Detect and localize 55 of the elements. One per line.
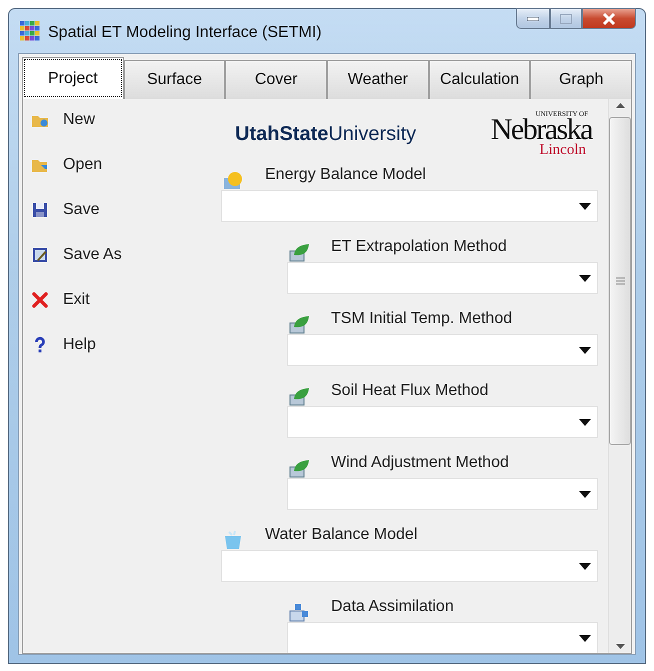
app-grid-icon [20, 21, 40, 41]
close-icon [602, 12, 616, 24]
menu-item[interactable]: New [31, 109, 96, 131]
leaf-icon [289, 242, 311, 262]
field-label: Wind Adjustment Method [331, 454, 509, 472]
dropdown-arrow-icon [579, 634, 591, 642]
dropdown-arrow-icon [579, 202, 591, 210]
menu-item[interactable]: Save As [31, 244, 122, 266]
field-label: Water Balance Model [265, 526, 418, 544]
leaf-icon [289, 386, 311, 406]
window-title: Spatial ET Modeling Interface (SETMI) [48, 23, 323, 42]
field-label: Soil Heat Flux Method [331, 382, 488, 400]
dropdown[interactable] [287, 622, 598, 653]
university-logo: Nebraska [490, 116, 592, 143]
tab[interactable]: Weather [327, 60, 429, 99]
cubes-icon [289, 602, 311, 622]
dropdown-arrow-icon [579, 418, 591, 426]
maximize-button[interactable] [550, 8, 582, 29]
grip-icon [616, 277, 624, 285]
dropdown-arrow-icon [579, 562, 591, 570]
sun-icon [223, 170, 245, 190]
tab[interactable]: Surface [124, 60, 226, 99]
tab[interactable]: Project [22, 57, 124, 99]
minimize-button[interactable] [516, 8, 550, 29]
leaf-icon [289, 314, 311, 334]
tab[interactable]: Graph [530, 60, 632, 99]
dropdown[interactable] [221, 190, 598, 222]
menu-item[interactable]: Save [31, 199, 100, 221]
tab[interactable]: Calculation [428, 60, 530, 99]
close-button[interactable] [582, 8, 636, 29]
logo-subtitle: Lincoln [539, 143, 586, 158]
field-label: ET Extrapolation Method [331, 238, 507, 256]
dropdown[interactable] [287, 262, 598, 294]
menu-item[interactable]: Help [31, 334, 96, 356]
minimize-icon [527, 16, 539, 20]
field-label: TSM Initial Temp. Method [331, 310, 512, 328]
maximize-icon [560, 14, 572, 24]
tab[interactable]: Cover [225, 60, 328, 99]
menu-item[interactable]: Open [31, 154, 102, 176]
field-label: Energy Balance Model [265, 166, 426, 184]
scrollbar[interactable] [608, 99, 631, 653]
university-logo: UtahStateUniversity [235, 123, 416, 146]
dropdown-arrow-icon [579, 274, 591, 282]
dropdown[interactable] [287, 478, 598, 510]
dropdown[interactable] [287, 406, 598, 438]
scroll-thumb[interactable] [609, 117, 631, 445]
leaf-icon [289, 458, 311, 478]
dropdown[interactable] [221, 550, 598, 582]
dropdown[interactable] [287, 334, 598, 366]
close-icon [31, 291, 49, 309]
menu-item[interactable]: Exit [31, 289, 90, 311]
dropdown-arrow-icon [579, 490, 591, 498]
floppy-disk-pen-icon [31, 246, 49, 264]
field-label: Data Assimilation [331, 598, 454, 616]
dropdown-arrow-icon [579, 346, 591, 354]
